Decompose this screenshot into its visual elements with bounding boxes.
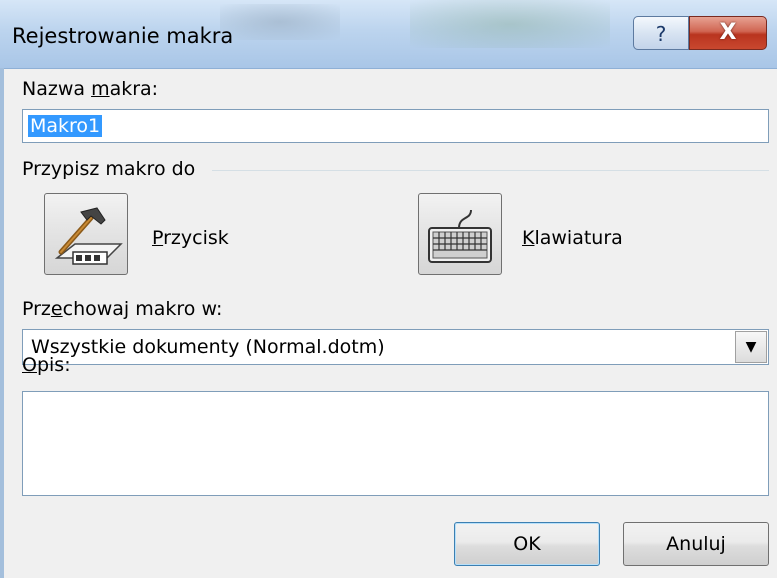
ok-button[interactable]: OK [454, 522, 600, 566]
cancel-button[interactable]: Anuluj [623, 522, 769, 566]
macro-name-value: Makro1 [28, 115, 103, 137]
close-button[interactable]: X [689, 16, 767, 50]
assign-keyboard-button[interactable] [418, 193, 502, 275]
store-select-value: Wszystkie dokumenty (Normal.dotm) [31, 336, 385, 358]
group-divider [212, 170, 769, 171]
store-label: Przechowaj makro w: [22, 298, 223, 320]
chevron-down-icon: ▼ [745, 339, 757, 355]
title-bar[interactable]: Rejestrowanie makra ? X [0, 0, 777, 69]
macro-name-input[interactable]: Makro1 [22, 109, 769, 143]
background-blur [220, 4, 340, 40]
store-select[interactable]: Wszystkie dokumenty (Normal.dotm) ▼ [22, 329, 769, 365]
dropdown-button[interactable]: ▼ [735, 331, 767, 363]
hammer-icon [54, 207, 123, 265]
assign-button-button[interactable] [44, 193, 128, 275]
close-icon: X [719, 20, 737, 45]
description-label: Opis: [22, 354, 71, 376]
description-textarea[interactable] [22, 391, 769, 496]
window-border [0, 68, 4, 578]
background-blur [410, 0, 610, 48]
assign-group-label: Przypisz makro do [22, 158, 196, 180]
assign-button-label[interactable]: Przycisk [152, 227, 229, 249]
macro-name-label: Nazwa makra: [22, 78, 159, 100]
help-icon: ? [655, 22, 667, 46]
help-button[interactable]: ? [633, 16, 689, 50]
keyboard-icon [428, 209, 492, 263]
window-title: Rejestrowanie makra [12, 24, 234, 48]
assign-keyboard-label[interactable]: Klawiatura [522, 227, 623, 249]
